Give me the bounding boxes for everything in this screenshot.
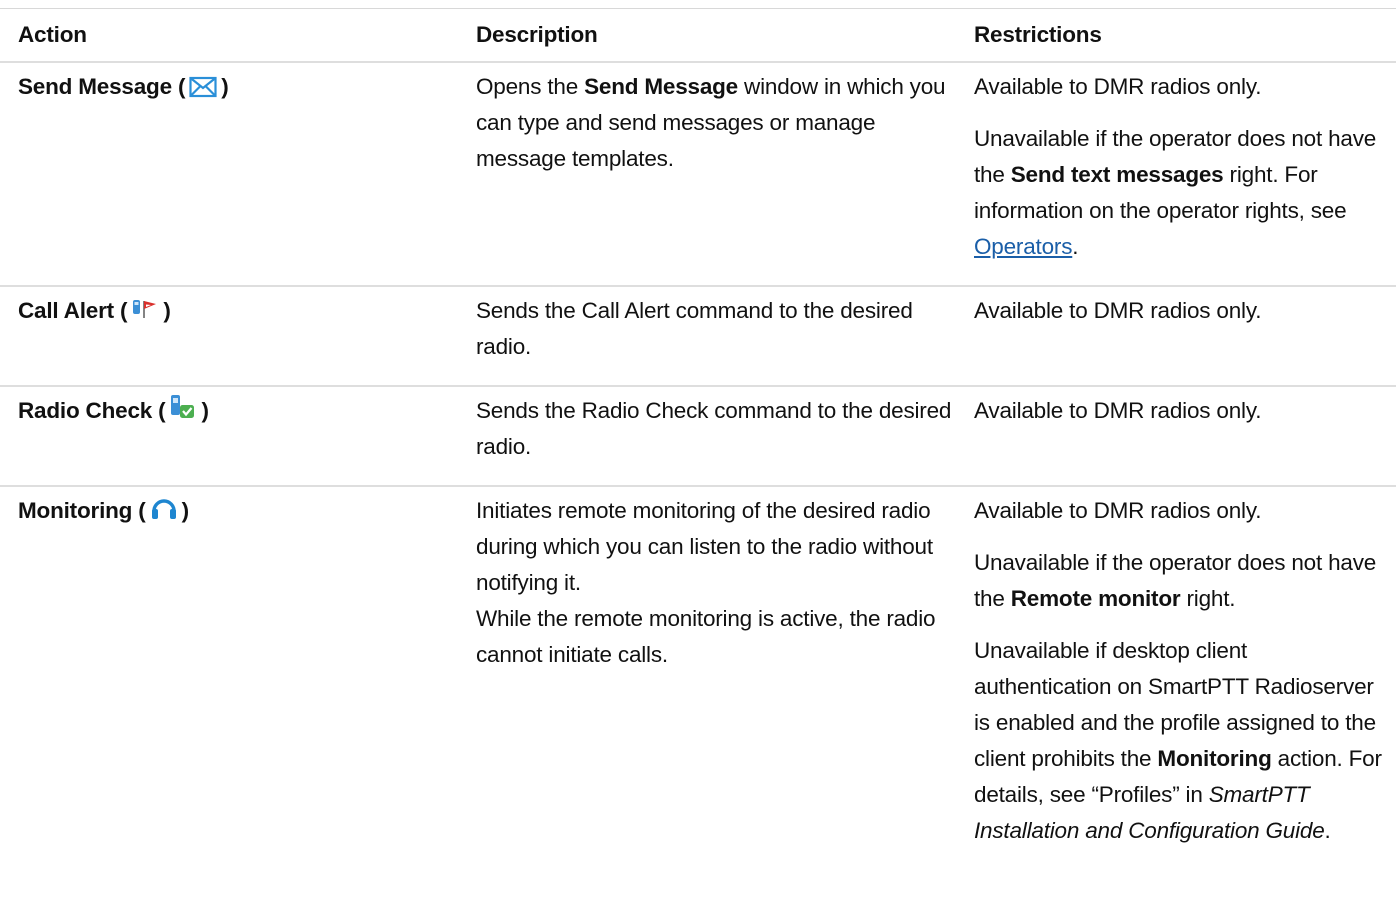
- radio-check-icon: [169, 394, 197, 433]
- restriction-fragment: .: [1072, 234, 1079, 259]
- action-monitoring: Monitoring (): [18, 498, 189, 523]
- header-action: Action: [18, 22, 87, 47]
- restriction-fragment: .: [1324, 818, 1331, 843]
- restrictions-cell: Available to DMR radios only. Unavailabl…: [974, 486, 1396, 869]
- table-header-row: Action Description Restrictions: [0, 8, 1396, 62]
- description-text: While the remote monitoring is active, t…: [476, 606, 936, 667]
- action-label: Send Message: [18, 74, 172, 99]
- restriction-text: Available to DMR radios only.: [974, 298, 1262, 323]
- action-radio-check: Radio Check (): [18, 395, 209, 423]
- description-cell: Initiates remote monitoring of the desir…: [476, 486, 974, 869]
- action-label: Monitoring: [18, 498, 133, 523]
- restriction-fragment: right.: [1180, 586, 1236, 611]
- table-row: Radio Check () Sends the Radio Check com…: [0, 386, 1396, 486]
- right-name: Send text messages: [1010, 162, 1224, 187]
- right-name: Remote monitor: [1010, 586, 1181, 611]
- table-row: Call Alert () Sends the Call Alert comma…: [0, 286, 1396, 386]
- restriction-text: Unavailable if the operator does not hav…: [974, 545, 1386, 617]
- table-row: Monitoring () Initiates remote monitorin…: [0, 486, 1396, 869]
- restriction-text: Unavailable if desktop client authentica…: [974, 633, 1386, 849]
- header-restrictions: Restrictions: [974, 22, 1102, 47]
- action-cell: Radio Check (): [0, 386, 476, 486]
- action-send-message: Send Message (): [18, 74, 229, 99]
- operators-link[interactable]: Operators: [974, 234, 1072, 259]
- description-text: Initiates remote monitoring of the desir…: [476, 498, 933, 595]
- restrictions-cell: Available to DMR radios only.: [974, 386, 1396, 486]
- window-name: Send Message: [584, 74, 738, 99]
- restriction-text: Available to DMR radios only.: [974, 398, 1262, 423]
- description-text: Opens the: [476, 74, 585, 99]
- action-cell: Call Alert (): [0, 286, 476, 386]
- action-cell: Send Message (): [0, 62, 476, 286]
- actions-table: Action Description Restrictions Send Mes…: [0, 8, 1396, 869]
- call-alert-flag-icon: [131, 297, 159, 333]
- action-label: Call Alert: [18, 298, 114, 323]
- action-label: Radio Check: [18, 398, 153, 423]
- envelope-icon: [189, 73, 217, 109]
- restrictions-cell: Available to DMR radios only. Unavailabl…: [974, 62, 1396, 286]
- restriction-text: Unavailable if the operator does not hav…: [974, 121, 1386, 265]
- action-name: Monitoring: [1157, 746, 1272, 771]
- header-description: Description: [476, 22, 598, 47]
- description-cell: Sends the Call Alert command to the desi…: [476, 298, 913, 359]
- headphones-icon: [150, 496, 178, 533]
- restriction-text: Available to DMR radios only.: [974, 498, 1262, 523]
- document-page: Action Description Restrictions Send Mes…: [0, 0, 1396, 919]
- table-row: Send Message () Opens the Send Message w…: [0, 62, 1396, 286]
- action-call-alert: Call Alert (): [18, 298, 171, 323]
- action-cell: Monitoring (): [0, 486, 476, 869]
- description-cell: Opens the Send Message window in which y…: [476, 62, 974, 286]
- restrictions-cell: Available to DMR radios only.: [974, 286, 1396, 386]
- description-cell: Sends the Radio Check command to the des…: [476, 398, 952, 459]
- restriction-text: Available to DMR radios only.: [974, 74, 1262, 99]
